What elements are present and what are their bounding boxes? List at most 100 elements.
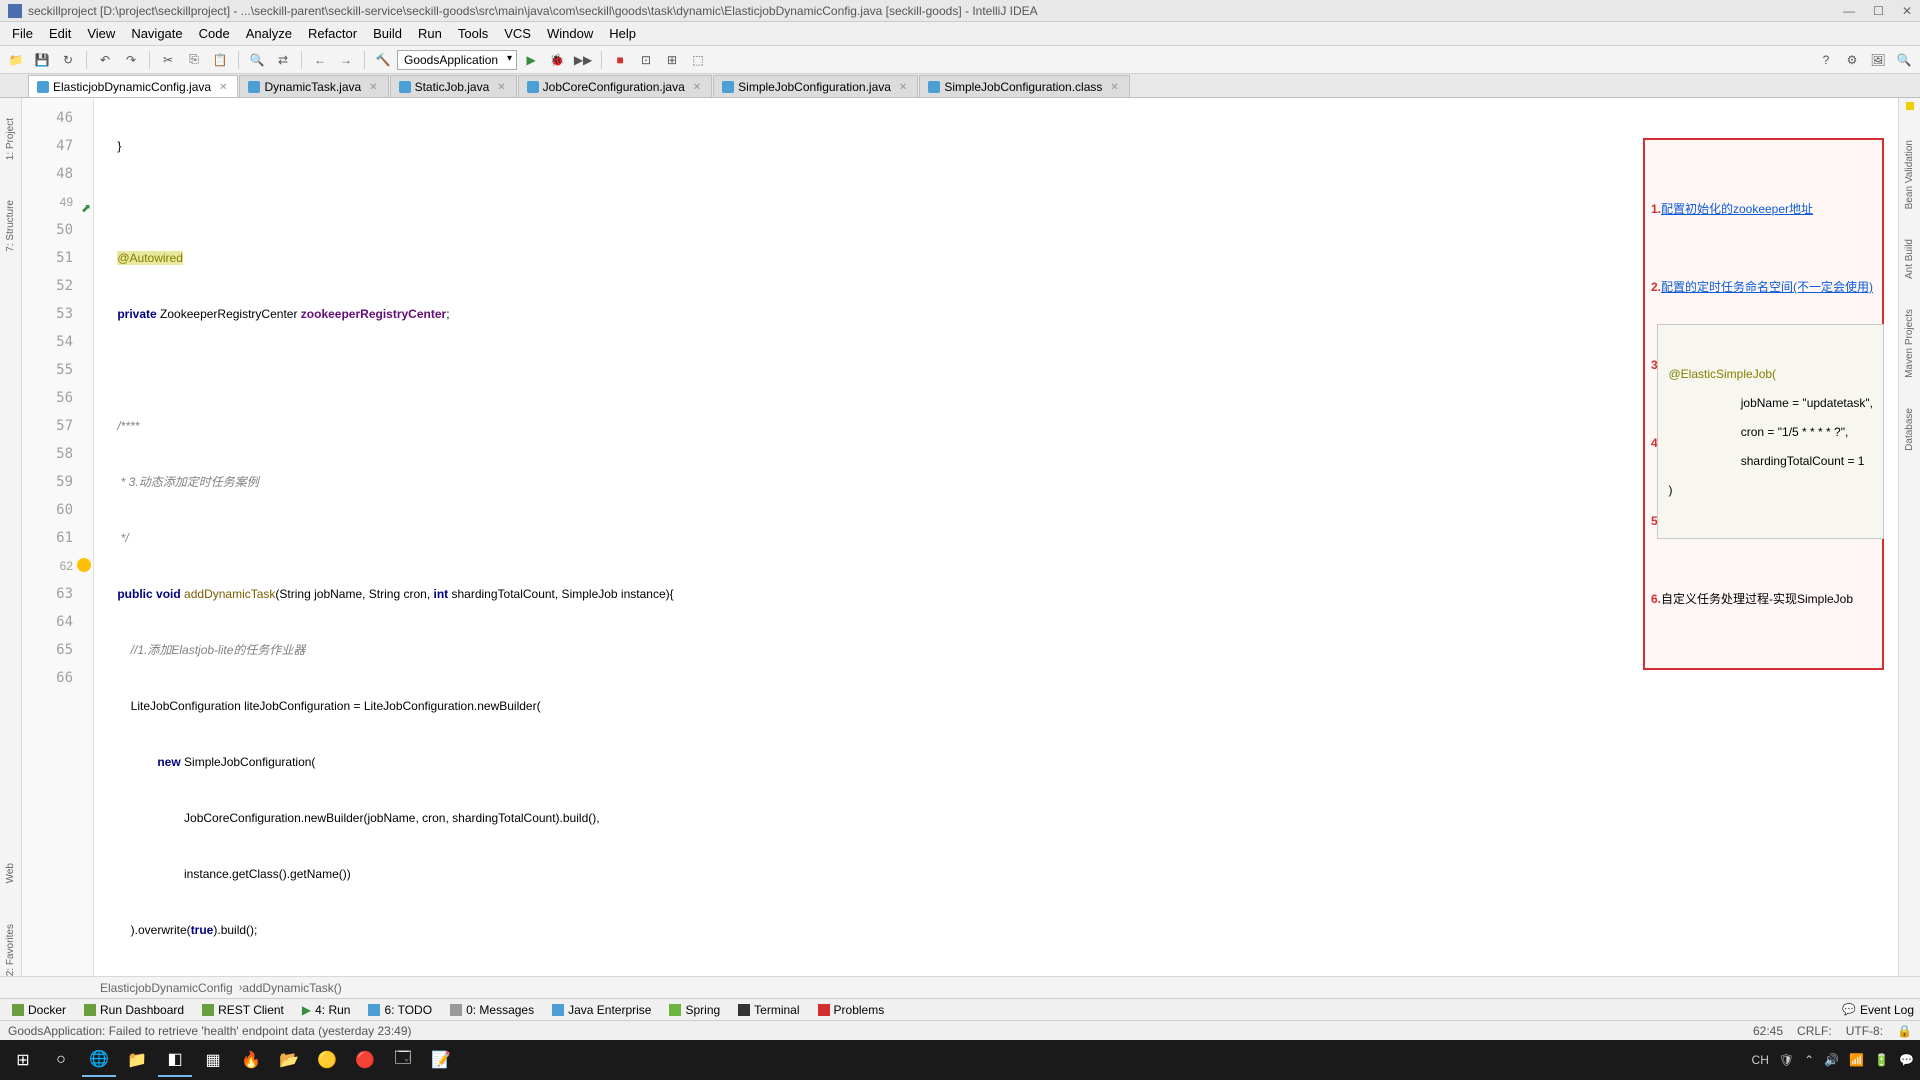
start-button[interactable]: ⊞ bbox=[6, 1043, 40, 1077]
sync-button[interactable]: ↻ bbox=[56, 49, 80, 71]
tab-close-icon[interactable]: ✕ bbox=[497, 82, 505, 93]
debug-button[interactable]: 🐞 bbox=[545, 49, 569, 71]
minimize-icon[interactable]: — bbox=[1843, 4, 1855, 18]
tool-antbuild[interactable]: Ant Build bbox=[1904, 239, 1915, 279]
warning-marker[interactable] bbox=[1906, 102, 1914, 110]
note-link[interactable]: 配置初始化的zookeeper地址 bbox=[1661, 202, 1813, 216]
menu-navigate[interactable]: Navigate bbox=[123, 24, 190, 43]
profile-button[interactable]: ⊞ bbox=[660, 49, 684, 71]
run-button[interactable]: ▶ bbox=[519, 49, 543, 71]
encoding[interactable]: UTF-8: bbox=[1846, 1024, 1883, 1038]
tab-dynamictask[interactable]: DynamicTask.java✕ bbox=[239, 75, 388, 97]
tool-structure[interactable]: 7: Structure bbox=[5, 200, 16, 252]
save-button[interactable]: 💾 bbox=[30, 49, 54, 71]
maximize-icon[interactable]: ☐ bbox=[1873, 4, 1884, 18]
tool-spring[interactable]: Spring bbox=[663, 1003, 726, 1017]
tool-beanvalidation[interactable]: Bean Validation bbox=[1904, 140, 1915, 209]
settings-button[interactable]: 🖼 bbox=[1866, 49, 1890, 71]
menu-edit[interactable]: Edit bbox=[41, 24, 79, 43]
menu-build[interactable]: Build bbox=[365, 24, 410, 43]
tab-staticjob[interactable]: StaticJob.java✕ bbox=[390, 75, 517, 97]
find-button[interactable]: 🔍 bbox=[245, 49, 269, 71]
explorer-icon[interactable]: 📁 bbox=[120, 1043, 154, 1077]
tab-close-icon[interactable]: ✕ bbox=[219, 82, 227, 93]
help-button[interactable]: ? bbox=[1814, 49, 1838, 71]
tray-icon[interactable]: 🛡 bbox=[1779, 1053, 1794, 1067]
tab-simplejob-class[interactable]: SimpleJobConfiguration.class✕ bbox=[919, 75, 1129, 97]
tab-close-icon[interactable]: ✕ bbox=[899, 82, 907, 93]
coverage-button[interactable]: ▶▶ bbox=[571, 49, 595, 71]
copy-button[interactable]: ⎘ bbox=[182, 49, 206, 71]
editor[interactable]: 46 47 48 49⬈ 50 51 52 53 54 55 56 57 58 … bbox=[22, 98, 1898, 976]
line-ending[interactable]: CRLF: bbox=[1797, 1024, 1832, 1038]
open-button[interactable]: 📁 bbox=[4, 49, 28, 71]
menu-help[interactable]: Help bbox=[601, 24, 644, 43]
notifications-icon[interactable]: 💬 bbox=[1899, 1053, 1914, 1067]
tool-web[interactable]: Web bbox=[5, 863, 16, 883]
search-button[interactable]: ○ bbox=[44, 1043, 78, 1077]
replace-button[interactable]: ⇄ bbox=[271, 49, 295, 71]
tray-chevron-icon[interactable]: ⌃ bbox=[1804, 1053, 1814, 1067]
menu-file[interactable]: File bbox=[4, 24, 41, 43]
app-icon[interactable]: ▦ bbox=[196, 1043, 230, 1077]
stop-button[interactable]: ■ bbox=[608, 49, 632, 71]
menu-window[interactable]: Window bbox=[539, 24, 601, 43]
project-structure-button[interactable]: ⚙ bbox=[1840, 49, 1864, 71]
menu-refactor[interactable]: Refactor bbox=[300, 24, 365, 43]
undo-button[interactable]: ↶ bbox=[93, 49, 117, 71]
breadcrumb-item[interactable]: addDynamicTask() bbox=[242, 981, 341, 995]
run-config-selector[interactable]: GoodsApplication bbox=[397, 50, 517, 70]
app-icon[interactable]: 📝 bbox=[424, 1043, 458, 1077]
tool-todo[interactable]: 6: TODO bbox=[362, 1003, 438, 1017]
redo-button[interactable]: ↷ bbox=[119, 49, 143, 71]
attach-button[interactable]: ⊡ bbox=[634, 49, 658, 71]
tool-database[interactable]: Database bbox=[1904, 408, 1915, 451]
bulb-icon[interactable] bbox=[77, 558, 91, 572]
volume-icon[interactable]: 🔊 bbox=[1824, 1053, 1839, 1067]
menu-vcs[interactable]: VCS bbox=[496, 24, 539, 43]
tab-close-icon[interactable]: ✕ bbox=[369, 82, 377, 93]
context-icon[interactable]: 🔒 bbox=[1897, 1024, 1912, 1038]
tool-messages[interactable]: 0: Messages bbox=[444, 1003, 540, 1017]
tab-elasticjob[interactable]: ElasticjobDynamicConfig.java✕ bbox=[28, 75, 238, 97]
breadcrumb-item[interactable]: ElasticjobDynamicConfig bbox=[100, 981, 233, 995]
intellij-icon[interactable]: ◧ bbox=[158, 1043, 192, 1077]
app-icon[interactable]: 🟡 bbox=[310, 1043, 344, 1077]
tool-javaee[interactable]: Java Enterprise bbox=[546, 1003, 657, 1017]
menu-view[interactable]: View bbox=[79, 24, 123, 43]
tab-jobcore[interactable]: JobCoreConfiguration.java✕ bbox=[518, 75, 712, 97]
tool-project[interactable]: 1: Project bbox=[5, 118, 16, 160]
tool-problems[interactable]: Problems bbox=[812, 1003, 891, 1017]
structure-button[interactable]: ⬚ bbox=[686, 49, 710, 71]
tool-rundash[interactable]: Run Dashboard bbox=[78, 1003, 190, 1017]
battery-icon[interactable]: 🔋 bbox=[1874, 1053, 1889, 1067]
cut-button[interactable]: ✂ bbox=[156, 49, 180, 71]
tab-close-icon[interactable]: ✕ bbox=[693, 82, 701, 93]
app-icon[interactable]: 🔥 bbox=[234, 1043, 268, 1077]
close-icon[interactable]: ✕ bbox=[1902, 4, 1912, 18]
tool-rest[interactable]: REST Client bbox=[196, 1003, 290, 1017]
chrome-icon[interactable]: 🌐 bbox=[82, 1043, 116, 1077]
forward-button[interactable]: → bbox=[334, 49, 358, 71]
impl-icon[interactable]: ⬈ bbox=[77, 194, 91, 208]
tab-simplejob-java[interactable]: SimpleJobConfiguration.java✕ bbox=[713, 75, 918, 97]
event-log-button[interactable]: 💬 Event Log bbox=[1842, 1003, 1914, 1017]
tool-docker[interactable]: Docker bbox=[6, 1003, 72, 1017]
note-link[interactable]: 配置的定时任务命名空间(不一定会使用) bbox=[1661, 280, 1873, 294]
menu-code[interactable]: Code bbox=[191, 24, 238, 43]
ime-indicator[interactable]: CH bbox=[1752, 1053, 1769, 1067]
code-content[interactable]: } @Autowired private ZookeeperRegistryCe… bbox=[94, 98, 1898, 976]
menu-run[interactable]: Run bbox=[410, 24, 450, 43]
menu-tools[interactable]: Tools bbox=[450, 24, 496, 43]
caret-position[interactable]: 62:45 bbox=[1753, 1024, 1783, 1038]
menu-analyze[interactable]: Analyze bbox=[238, 24, 300, 43]
back-button[interactable]: ← bbox=[308, 49, 332, 71]
search-button[interactable]: 🔍 bbox=[1892, 49, 1916, 71]
tool-terminal[interactable]: Terminal bbox=[732, 1003, 805, 1017]
tool-run[interactable]: ▶4: Run bbox=[296, 1003, 357, 1017]
tab-close-icon[interactable]: ✕ bbox=[1110, 82, 1118, 93]
network-icon[interactable]: 📶 bbox=[1849, 1053, 1864, 1067]
tool-maven[interactable]: Maven Projects bbox=[1904, 309, 1915, 378]
app-icon[interactable]: 🗔 bbox=[386, 1043, 420, 1077]
paste-button[interactable]: 📋 bbox=[208, 49, 232, 71]
